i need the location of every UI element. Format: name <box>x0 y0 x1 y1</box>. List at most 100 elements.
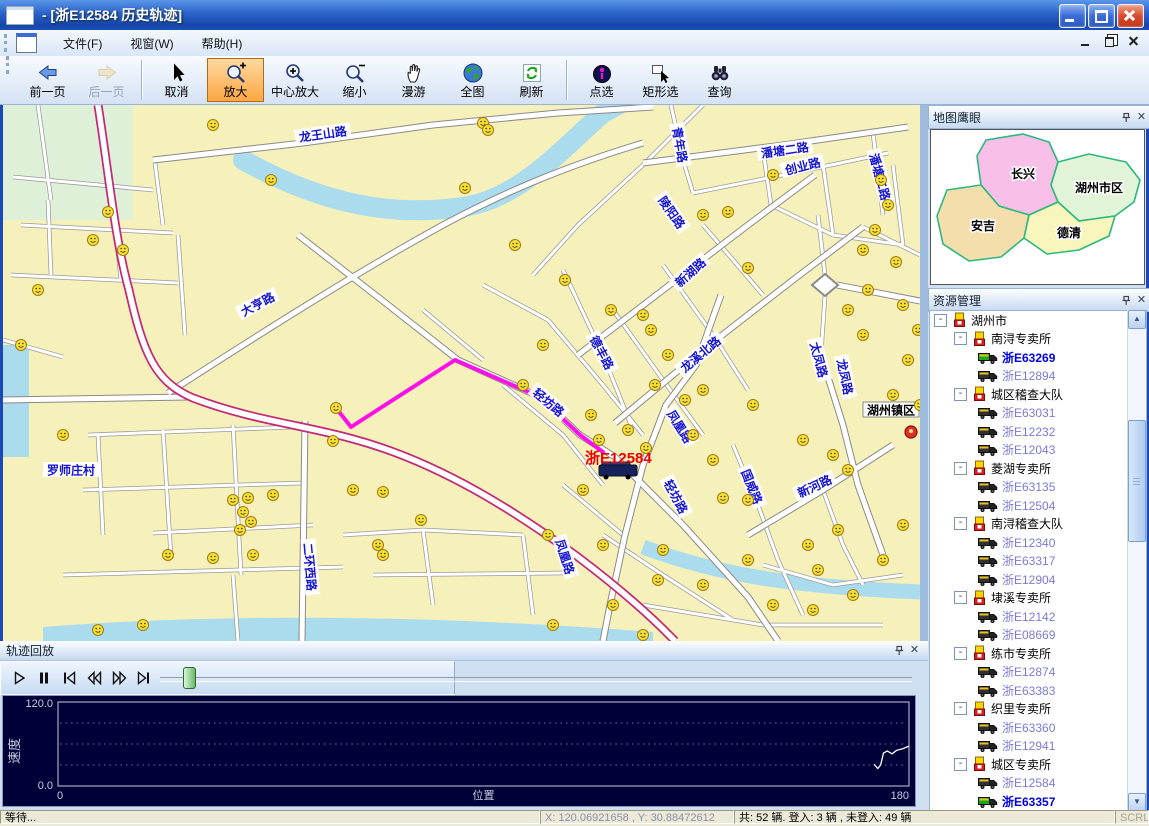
poi-smiley-marker[interactable] <box>138 620 149 631</box>
poi-smiley-marker[interactable] <box>863 285 874 296</box>
poi-smiley-marker[interactable] <box>518 380 529 391</box>
poi-smiley-marker[interactable] <box>768 600 779 611</box>
poi-smiley-marker[interactable] <box>808 605 819 616</box>
collapse-icon[interactable]: - <box>954 591 967 604</box>
tree-item-vehicle[interactable]: 浙E63357 <box>930 792 1146 811</box>
poi-smiley-marker[interactable] <box>208 120 219 131</box>
poi-smiley-marker[interactable] <box>876 175 887 186</box>
station-marker[interactable] <box>905 426 917 438</box>
tree-item-vehicle[interactable]: 浙E63135 <box>930 478 1146 497</box>
minimize-button[interactable] <box>1059 4 1086 28</box>
poi-smiley-marker[interactable] <box>843 465 854 476</box>
poi-smiley-marker[interactable] <box>663 350 674 361</box>
collapse-icon[interactable]: - <box>954 702 967 715</box>
rewind-button[interactable] <box>82 665 106 690</box>
menu-help[interactable]: 帮助(H) <box>192 32 253 55</box>
tree-item-vehicle[interactable]: 浙E63383 <box>930 681 1146 700</box>
poi-smiley-marker[interactable] <box>348 485 359 496</box>
poi-smiley-marker[interactable] <box>586 410 597 421</box>
dock-splitter[interactable] <box>920 105 928 641</box>
poi-smiley-marker[interactable] <box>658 545 669 556</box>
poi-smiley-marker[interactable] <box>235 525 246 536</box>
tree-item-department[interactable]: -菱湖专卖所 <box>930 459 1146 478</box>
tree-item-vehicle[interactable]: 浙E12340 <box>930 533 1146 552</box>
menu-window[interactable]: 视窗(W) <box>120 32 183 55</box>
poi-smiley-marker[interactable] <box>653 575 664 586</box>
playback-slider-track[interactable] <box>160 677 912 682</box>
overview-map[interactable]: 长兴湖州市区安吉德清 <box>930 129 1145 285</box>
poi-smiley-marker[interactable] <box>598 540 609 551</box>
poi-smiley-marker[interactable] <box>228 495 239 506</box>
poi-smiley-marker[interactable] <box>538 340 549 351</box>
tree-item-vehicle[interactable]: 浙E12904 <box>930 570 1146 589</box>
poi-smiley-marker[interactable] <box>163 550 174 561</box>
poi-smiley-marker[interactable] <box>650 380 661 391</box>
poi-smiley-marker[interactable] <box>103 207 114 218</box>
poi-smiley-marker[interactable] <box>266 175 277 186</box>
tree-item-vehicle[interactable]: 浙E63360 <box>930 718 1146 737</box>
map-viewport[interactable]: 龙王山路青年路潘塘二路潘塘二路创业路陵阳路新湖路大亨路德丰路龙溪北路轻坊路轻坊路… <box>3 105 920 641</box>
collapse-icon[interactable]: - <box>954 647 967 660</box>
poi-smiley-marker[interactable] <box>748 400 759 411</box>
tree-item-department[interactable]: -城区稽查大队 <box>930 385 1146 404</box>
tree-item-vehicle[interactable]: 浙E63317 <box>930 552 1146 571</box>
pause-button[interactable] <box>32 665 56 690</box>
pin-icon[interactable] <box>1119 293 1134 307</box>
poi-smiley-marker[interactable] <box>743 263 754 274</box>
tree-item-vehicle[interactable]: 浙E63031 <box>930 404 1146 423</box>
poi-smiley-marker[interactable] <box>698 580 709 591</box>
poi-smiley-marker[interactable] <box>560 275 571 286</box>
poi-smiley-marker[interactable] <box>378 487 389 498</box>
poi-smiley-marker[interactable] <box>646 325 657 336</box>
child-close-button[interactable] <box>1127 35 1141 48</box>
poi-smiley-marker[interactable] <box>883 200 894 211</box>
poi-smiley-marker[interactable] <box>798 435 809 446</box>
collapse-icon[interactable]: - <box>954 462 967 475</box>
tree-item-department[interactable]: -南浔专卖所 <box>930 330 1146 349</box>
pan-button[interactable]: 漫游 <box>385 58 442 102</box>
zoom-out-button[interactable]: 缩小 <box>326 58 383 102</box>
poi-smiley-marker[interactable] <box>638 310 649 321</box>
poi-smiley-marker[interactable] <box>913 325 921 336</box>
poi-smiley-marker[interactable] <box>268 490 279 501</box>
poi-smiley-marker[interactable] <box>903 355 914 366</box>
poi-smiley-marker[interactable] <box>208 553 219 564</box>
poi-smiley-marker[interactable] <box>858 245 869 256</box>
tree-item-vehicle[interactable]: 浙E12232 <box>930 422 1146 441</box>
poi-smiley-marker[interactable] <box>813 565 824 576</box>
tree-item-city[interactable]: -湖州市 <box>930 311 1146 330</box>
poi-smiley-marker[interactable] <box>248 550 259 561</box>
poi-smiley-marker[interactable] <box>373 540 384 551</box>
tree-item-department[interactable]: -织里专卖所 <box>930 700 1146 719</box>
poi-smiley-marker[interactable] <box>803 540 814 551</box>
poi-smiley-marker[interactable] <box>743 495 754 506</box>
poi-smiley-marker[interactable] <box>718 493 729 504</box>
resource-tree[interactable]: -湖州市-南浔专卖所浙E63269浙E12894-城区稽查大队浙E63031浙E… <box>929 310 1147 812</box>
poi-smiley-marker[interactable] <box>843 305 854 316</box>
poi-smiley-marker[interactable] <box>543 530 554 541</box>
poi-smiley-marker[interactable] <box>378 550 389 561</box>
close-button[interactable] <box>1117 4 1144 28</box>
poi-smiley-marker[interactable] <box>898 300 909 311</box>
fast-forward-button[interactable] <box>107 665 131 690</box>
tree-item-vehicle[interactable]: 浙E12894 <box>930 367 1146 386</box>
refresh-button[interactable]: 刷新 <box>503 58 560 102</box>
poi-smiley-marker[interactable] <box>331 403 342 414</box>
play-button[interactable] <box>7 665 31 690</box>
playback-slider-thumb[interactable] <box>183 667 196 689</box>
tree-item-department[interactable]: -南浔稽查大队 <box>930 515 1146 534</box>
collapse-icon[interactable]: - <box>954 758 967 771</box>
poi-smiley-marker[interactable] <box>680 395 691 406</box>
scroll-thumb[interactable] <box>1128 420 1146 542</box>
collapse-icon[interactable]: - <box>954 388 967 401</box>
poi-smiley-marker[interactable] <box>246 517 257 528</box>
menu-file[interactable]: 文件(F) <box>53 32 112 55</box>
skip-start-button[interactable] <box>57 665 81 690</box>
poi-smiley-marker[interactable] <box>638 630 649 641</box>
poi-smiley-marker[interactable] <box>768 170 779 181</box>
poi-smiley-marker[interactable] <box>898 520 909 531</box>
poi-smiley-marker[interactable] <box>878 555 889 566</box>
child-restore-button[interactable] <box>1103 35 1117 48</box>
tree-item-vehicle[interactable]: 浙E63269 <box>930 348 1146 367</box>
poi-smiley-marker[interactable] <box>243 493 254 504</box>
